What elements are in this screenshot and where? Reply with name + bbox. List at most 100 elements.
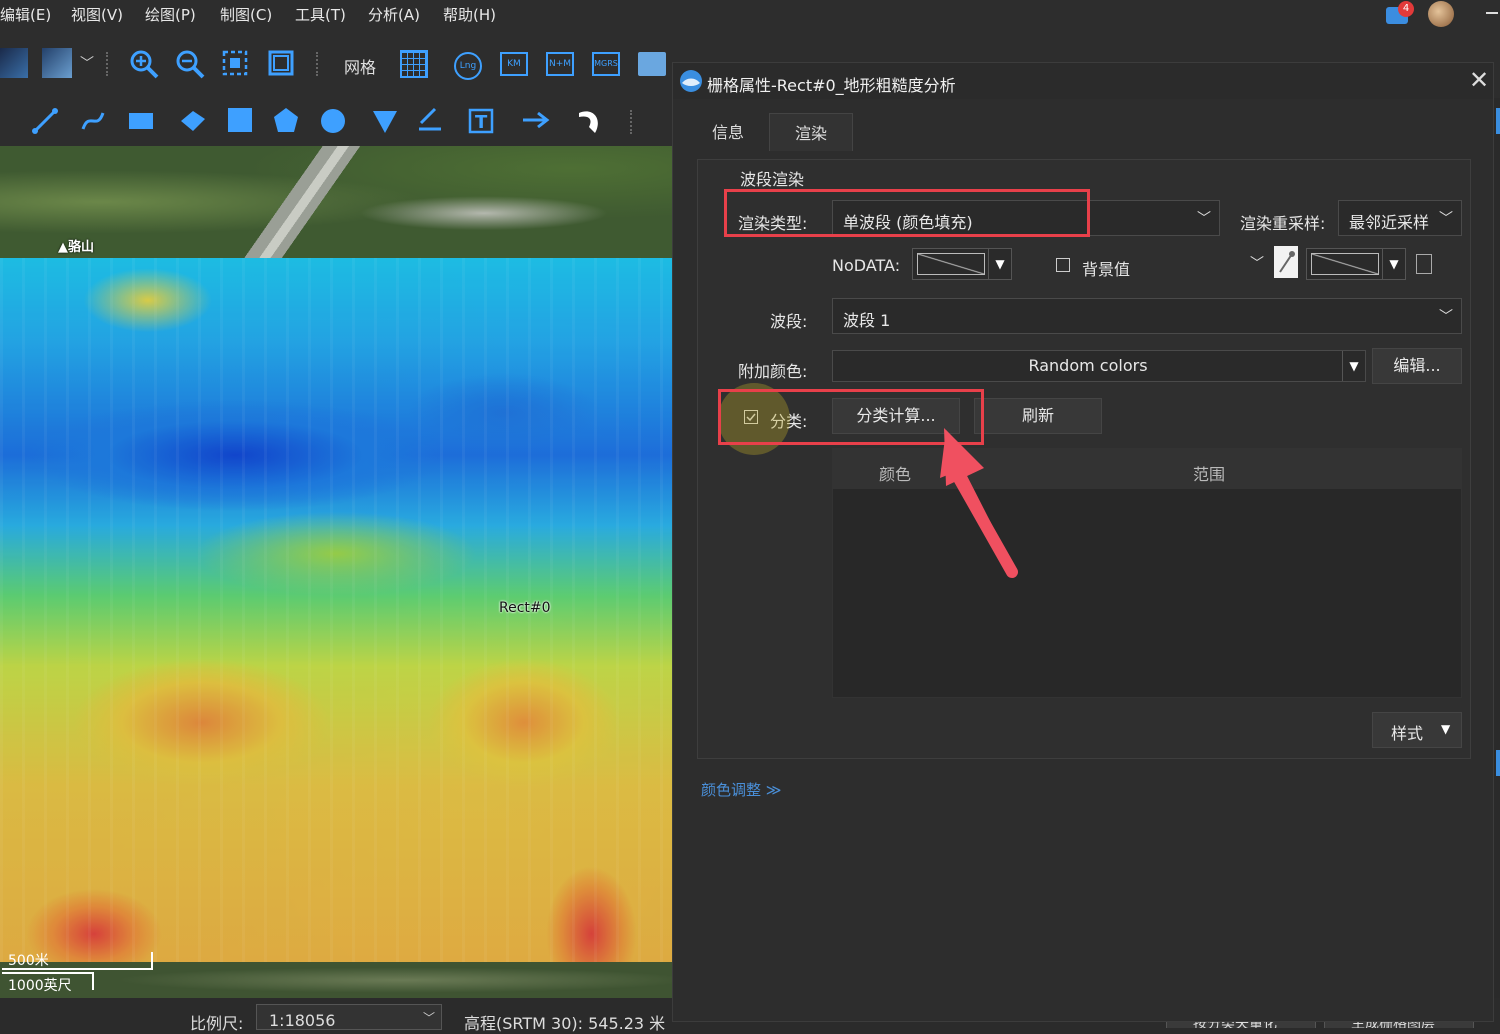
menu-help[interactable]: 帮助(H) <box>443 4 496 25</box>
dock-indicator <box>1496 750 1500 776</box>
render-settings-panel: 波段渲染 渲染类型: 单波段 (颜色填充) ﹀ 渲染重采样: 最邻近采样 ﹀ N… <box>697 159 1471 759</box>
menu-tools[interactable]: 工具(T) <box>295 4 346 25</box>
lng-lat-grid-icon[interactable]: Lng <box>454 52 482 80</box>
menu-analysis[interactable]: 分析(A) <box>368 4 420 25</box>
nodata-color-picker[interactable]: ▼ <box>912 248 1012 280</box>
mgrs-grid-icon[interactable]: MGRS <box>592 52 620 76</box>
color-adjust-link[interactable]: 颜色调整 ≫ <box>701 779 781 800</box>
chevron-down-icon: ﹀ <box>1250 256 1264 272</box>
dropdown-arrow-icon: ▼ <box>988 249 1011 279</box>
notification-badge: 4 <box>1398 1 1414 17</box>
nodata-swatch <box>917 253 985 275</box>
color-ramp-value: Random colors <box>1028 356 1148 375</box>
scale-metric-label: 500米 <box>8 953 49 969</box>
curve-tool-icon[interactable] <box>78 106 108 136</box>
line-tool-icon[interactable] <box>30 106 60 136</box>
rectangle-tool-icon[interactable] <box>126 108 156 134</box>
menu-draw[interactable]: 绘图(P) <box>145 4 196 25</box>
resample-label: 渲染重采样: <box>1240 214 1326 233</box>
nm-grid-icon[interactable]: N+M <box>546 52 574 76</box>
dropdown-arrow-icon: ▼ <box>1441 722 1451 736</box>
classification-table[interactable]: 颜色 范围 <box>832 448 1462 698</box>
hook-tool-icon[interactable] <box>574 104 606 136</box>
close-icon[interactable]: ✕ <box>1469 67 1489 93</box>
svg-text:T: T <box>475 112 488 133</box>
zoom-out-icon[interactable] <box>174 48 206 80</box>
background-value-dropdown[interactable]: ﹀ <box>1138 246 1272 282</box>
km-grid-icon[interactable]: KM <box>500 52 528 76</box>
app-logo-icon <box>679 69 703 93</box>
chevron-down-icon: ﹀ <box>423 1011 436 1025</box>
menu-view[interactable]: 视图(V) <box>71 4 123 25</box>
circle-tool-icon[interactable] <box>318 106 348 136</box>
background-swatch <box>1311 253 1379 275</box>
chevron-down-icon: ﹀ <box>1439 309 1453 325</box>
chevron-down-icon: ﹀ <box>1197 211 1211 227</box>
dialog-titlebar[interactable]: 栅格属性-Rect#0_地形粗糙度分析 ✕ <box>673 63 1493 99</box>
chevron-down-icon[interactable]: ﹀ <box>78 52 96 74</box>
scale-tick <box>92 972 94 990</box>
resample-value: 最邻近采样 <box>1349 213 1430 232</box>
tab-info[interactable]: 信息 <box>687 113 769 151</box>
section-title: 波段渲染 <box>740 170 805 189</box>
basemap-icon[interactable] <box>0 48 28 78</box>
scale-value: 1:18056 <box>269 1011 336 1030</box>
folder-icon[interactable] <box>638 52 666 76</box>
table-header: 颜色 范围 <box>833 449 1461 489</box>
grid-icon[interactable] <box>400 50 428 78</box>
resample-dropdown[interactable]: 最邻近采样 ﹀ <box>1338 200 1462 236</box>
minimize-button[interactable] <box>1486 12 1498 14</box>
full-extent-icon[interactable] <box>266 48 296 78</box>
eyedropper-icon[interactable] <box>1274 246 1298 278</box>
avatar[interactable] <box>1428 1 1454 27</box>
sector-tool-icon[interactable] <box>370 106 400 136</box>
scale-line <box>2 968 152 970</box>
map-canvas[interactable]: ▲骆山 Rect#0 500米 1000英尺 <box>0 146 672 998</box>
grid-label[interactable]: 网格 <box>344 54 376 78</box>
refresh-button[interactable]: 刷新 <box>974 398 1102 434</box>
edit-colors-button[interactable]: 编辑... <box>1372 348 1462 384</box>
export-file-icon[interactable] <box>1416 254 1432 274</box>
menu-bar: 编辑(E) 视图(V) 绘图(P) 制图(C) 工具(T) 分析(A) 帮助(H… <box>0 0 1500 30</box>
scale-dropdown[interactable]: 1:18056 ﹀ <box>256 1004 442 1030</box>
band-label: 波段: <box>770 312 808 331</box>
scale-label: 比例尺: <box>190 1014 244 1033</box>
pentagon-tool-icon[interactable] <box>272 106 300 134</box>
zoom-in-icon[interactable] <box>128 48 160 80</box>
column-header-color: 颜色 <box>879 465 912 484</box>
measure-tool-icon[interactable] <box>414 104 446 136</box>
dialog-title: 栅格属性-Rect#0_地形粗糙度分析 <box>707 76 956 95</box>
style-button[interactable]: 样式 ▼ <box>1372 712 1462 748</box>
dock-indicator <box>1496 108 1500 134</box>
text-tool-icon[interactable]: T <box>466 104 498 136</box>
elevation-readout: 高程(SRTM 30): 545.23 米 <box>464 1014 666 1033</box>
tab-render[interactable]: 渲染 <box>769 113 853 151</box>
additional-color-label: 附加颜色: <box>738 362 808 381</box>
satellite-imagery <box>0 146 672 258</box>
scale-tick <box>151 952 153 970</box>
scale-line <box>2 972 94 974</box>
menu-cartography[interactable]: 制图(C) <box>220 4 272 25</box>
toolbar-separator <box>106 52 112 76</box>
background-color-picker[interactable]: ▼ <box>1306 248 1406 280</box>
toolbar-separator <box>630 110 636 134</box>
map-object-label[interactable]: Rect#0 <box>499 600 551 616</box>
parallelogram-tool-icon[interactable] <box>178 108 208 134</box>
dropdown-arrow-icon: ▼ <box>1382 249 1405 279</box>
terrain-roughness-raster <box>0 258 672 962</box>
notification-icon[interactable]: 4 <box>1386 1 1414 25</box>
menu-edit[interactable]: 编辑(E) <box>0 4 51 25</box>
zoom-extent-icon[interactable] <box>220 48 250 78</box>
arrow-tool-icon[interactable] <box>520 106 552 134</box>
band-dropdown[interactable]: 波段 1 ﹀ <box>832 298 1462 334</box>
toolbar-separator <box>316 52 322 76</box>
annotation-box-render-type <box>724 189 1090 237</box>
layer-icon[interactable] <box>42 48 72 78</box>
background-checkbox[interactable] <box>1056 258 1070 272</box>
chevron-down-icon: ﹀ <box>1439 211 1453 227</box>
annotation-box-classify <box>718 389 984 445</box>
band-value: 波段 1 <box>843 311 891 330</box>
square-tool-icon[interactable] <box>226 106 254 134</box>
color-ramp-dropdown[interactable]: Random colors ▼ <box>832 350 1366 382</box>
map-place-label: ▲骆山 <box>58 240 94 255</box>
